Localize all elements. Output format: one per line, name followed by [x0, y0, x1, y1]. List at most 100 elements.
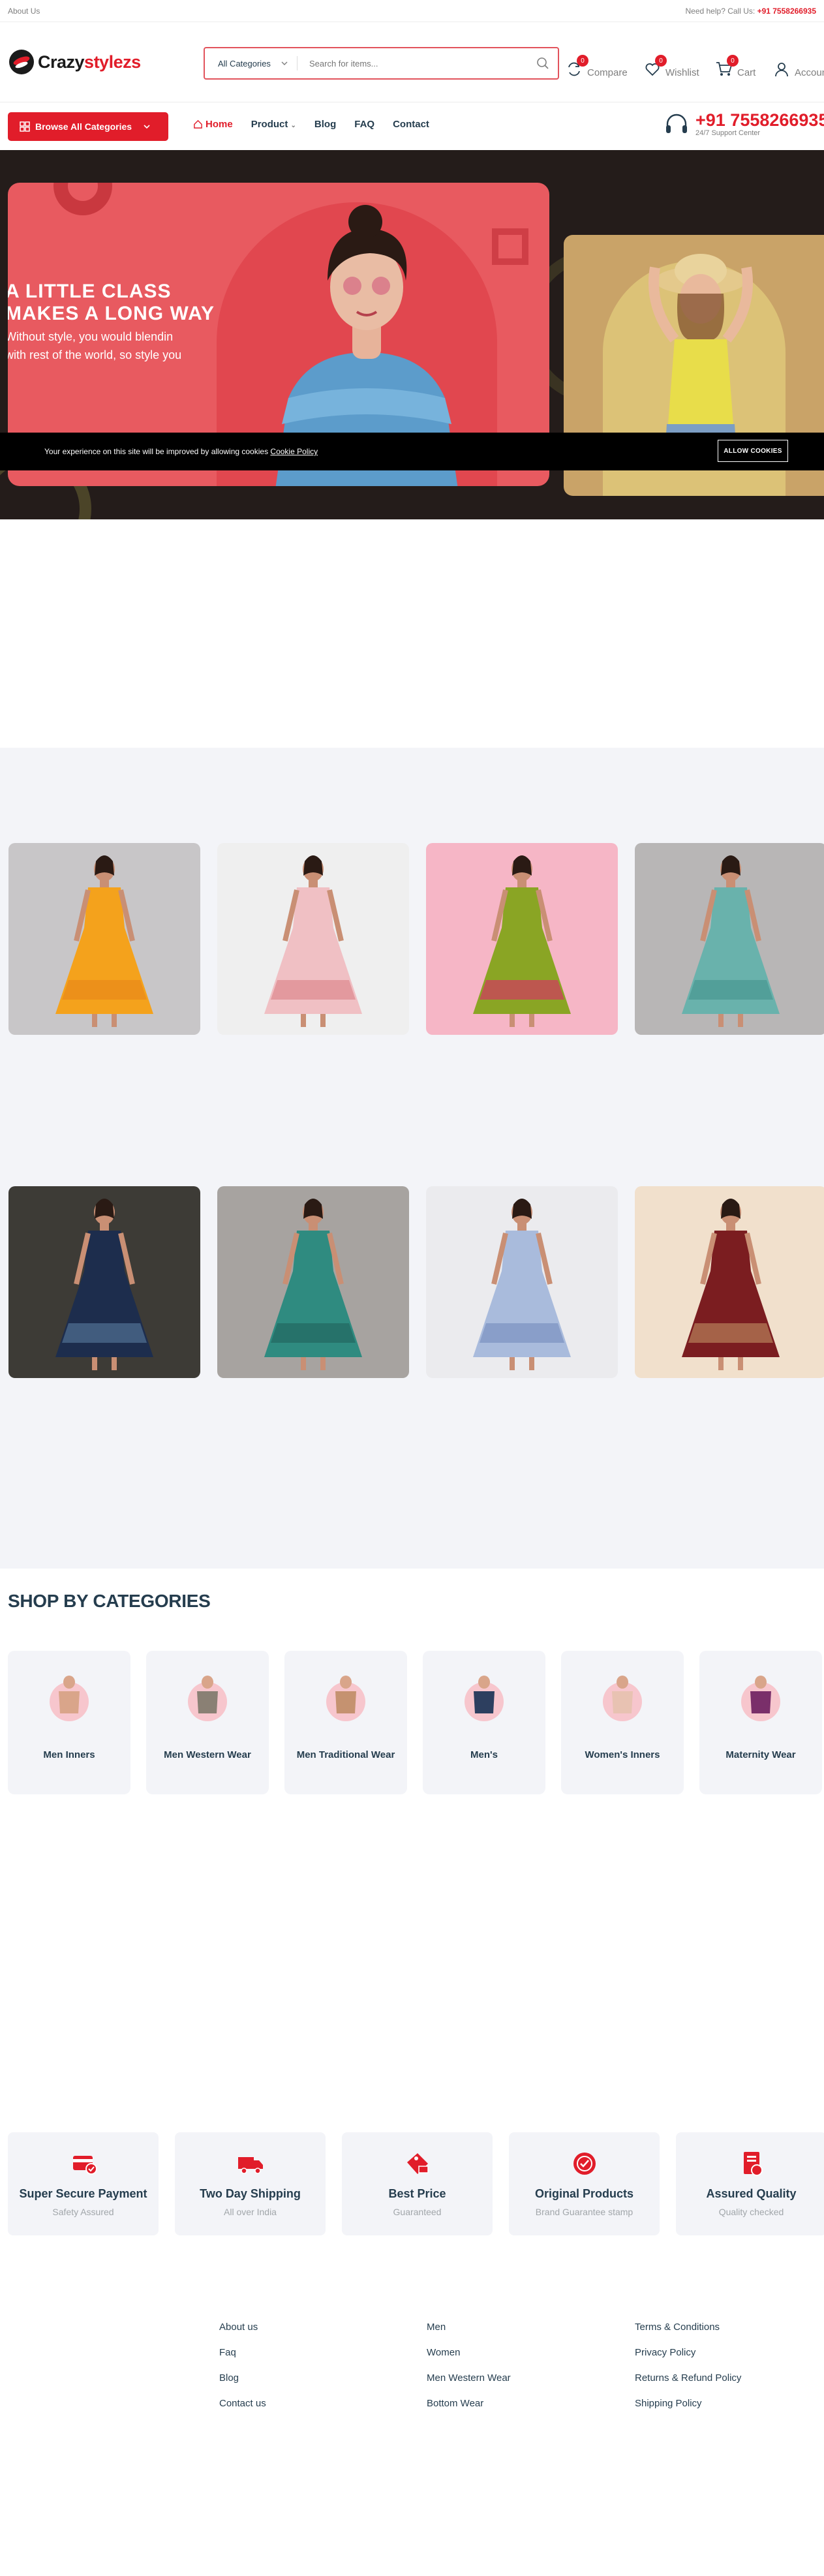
nav-contact[interactable]: Contact — [393, 119, 429, 130]
account-button[interactable]: Account — [772, 52, 824, 78]
nav-faq[interactable]: FAQ — [354, 119, 374, 130]
heart-icon: 0 — [643, 55, 667, 78]
logo-text: Crazystylezs — [38, 52, 141, 72]
allow-cookies-button[interactable]: ALLOW COOKIES — [718, 440, 788, 462]
footer-link[interactable]: Returns & Refund Policy — [635, 2372, 741, 2384]
about-us-link[interactable]: About Us — [8, 7, 40, 16]
wishlist-button[interactable]: 0 Wishlist — [643, 52, 699, 78]
feature-subtitle: Brand Guarantee stamp — [535, 2207, 633, 2217]
support-phone: +91 7558266935 — [695, 110, 824, 130]
category-card[interactable]: Men Traditional Wear — [284, 1651, 407, 1794]
feature-card: Original Products Brand Guarantee stamp — [509, 2132, 660, 2235]
product-card[interactable] — [426, 843, 618, 1035]
nav-home[interactable]: Home — [193, 119, 233, 130]
grid-icon — [20, 121, 30, 132]
user-icon — [772, 60, 791, 78]
chevron-down-icon — [281, 61, 288, 65]
cart-icon: 0 — [715, 55, 739, 78]
support-center[interactable]: +91 7558266935 24/7 Support Center — [664, 111, 824, 137]
cookie-text: Your experience on this site will be imp… — [44, 447, 318, 456]
footer-link[interactable]: Faq — [219, 2347, 266, 2358]
wishlist-label: Wishlist — [665, 67, 699, 78]
footer-column-policy: Terms & Conditions Privacy Policy Return… — [635, 2322, 741, 2409]
wishlist-count: 0 — [655, 55, 667, 67]
help-phone[interactable]: +91 7558266935 — [757, 7, 816, 16]
account-label: Account — [795, 67, 824, 78]
feature-card: Best Price Guaranteed — [342, 2132, 493, 2235]
compare-button[interactable]: 0 Compare — [565, 52, 628, 78]
browse-categories-button[interactable]: Browse All Categories — [8, 112, 168, 141]
product-card[interactable] — [635, 843, 824, 1035]
category-image — [50, 1676, 89, 1721]
support-label: 24/7 Support Center — [695, 129, 761, 137]
browse-label: Browse All Categories — [35, 121, 132, 132]
home-icon — [194, 119, 202, 129]
quality-icon — [743, 2152, 763, 2176]
search-input[interactable] — [298, 58, 528, 69]
footer-link[interactable]: Privacy Policy — [635, 2347, 741, 2358]
compare-label: Compare — [587, 67, 628, 78]
top-bar: About Us Need help? Call Us: +91 7558266… — [0, 0, 824, 22]
category-image — [465, 1676, 504, 1721]
feature-subtitle: Safety Assured — [52, 2207, 114, 2217]
product-image — [55, 855, 153, 1027]
product-card[interactable] — [217, 1186, 409, 1378]
feature-card: Super Secure Payment Safety Assured — [8, 2132, 159, 2235]
product-image — [473, 855, 571, 1027]
category-label: Men's — [470, 1749, 498, 1760]
badge-icon — [573, 2153, 596, 2175]
cookie-banner: Your experience on this site will be imp… — [0, 433, 824, 470]
card-check-icon — [72, 2156, 97, 2175]
decor-ring — [53, 183, 112, 215]
feature-subtitle: All over India — [224, 2207, 277, 2217]
nav-product[interactable]: Product ⌄ — [251, 119, 296, 130]
product-image — [682, 1199, 780, 1370]
category-card[interactable]: Men Inners — [8, 1651, 130, 1794]
product-card[interactable] — [426, 1186, 618, 1378]
cart-button[interactable]: 0 Cart — [715, 52, 755, 78]
footer-column-info: About us Faq Blog Contact us — [219, 2322, 266, 2409]
category-card[interactable]: Maternity Wear — [699, 1651, 822, 1794]
feature-subtitle: Quality checked — [718, 2207, 784, 2217]
hero-title: A LITTLE CLASS MAKES A LONG WAY — [8, 281, 215, 324]
main-nav: Home Product ⌄ Blog FAQ Contact — [193, 119, 429, 130]
footer-link[interactable]: About us — [219, 2322, 266, 2333]
product-image — [473, 1199, 571, 1370]
footer-link[interactable]: Blog — [219, 2372, 266, 2384]
category-label: Women's Inners — [585, 1749, 660, 1760]
logo-mark-icon — [9, 50, 34, 74]
search-icon[interactable] — [528, 57, 558, 70]
product-card[interactable] — [8, 843, 200, 1035]
chevron-down-icon: ⌄ — [290, 122, 296, 129]
product-card[interactable] — [8, 1186, 200, 1378]
footer-link[interactable]: Terms & Conditions — [635, 2322, 741, 2333]
chevron-down-icon — [144, 125, 150, 129]
footer-link[interactable]: Men Western Wear — [427, 2372, 511, 2384]
hero-subtitle: Without style, you would blendin with res… — [8, 330, 182, 361]
category-label: Men Traditional Wear — [296, 1749, 395, 1760]
help-contact: Need help? Call Us: +91 7558266935 — [685, 7, 816, 16]
cart-count: 0 — [727, 55, 739, 67]
category-label: Men Inners — [43, 1749, 95, 1760]
feature-title: Assured Quality — [706, 2187, 797, 2200]
feature-title: Best Price — [388, 2187, 446, 2200]
search-category-select[interactable]: All Categories — [205, 56, 298, 70]
footer-link[interactable]: Women — [427, 2347, 511, 2358]
feature-title: Super Secure Payment — [19, 2187, 147, 2200]
category-card[interactable]: Men's — [423, 1651, 545, 1794]
footer-link[interactable]: Shipping Policy — [635, 2398, 741, 2409]
cookie-policy-link[interactable]: Cookie Policy — [270, 447, 318, 456]
product-card[interactable] — [635, 1186, 824, 1378]
footer-link[interactable]: Contact us — [219, 2398, 266, 2409]
category-image — [741, 1676, 780, 1721]
footer-link[interactable]: Men — [427, 2322, 511, 2333]
product-image — [264, 1199, 362, 1370]
nav-blog[interactable]: Blog — [314, 119, 336, 130]
category-card[interactable]: Women's Inners — [561, 1651, 684, 1794]
category-card[interactable]: Men Western Wear — [146, 1651, 269, 1794]
site-logo[interactable]: Crazystylezs — [9, 46, 159, 78]
footer-link[interactable]: Bottom Wear — [427, 2398, 511, 2409]
category-image — [603, 1676, 642, 1721]
product-card[interactable] — [217, 843, 409, 1035]
price-tag-icon — [406, 2153, 429, 2174]
